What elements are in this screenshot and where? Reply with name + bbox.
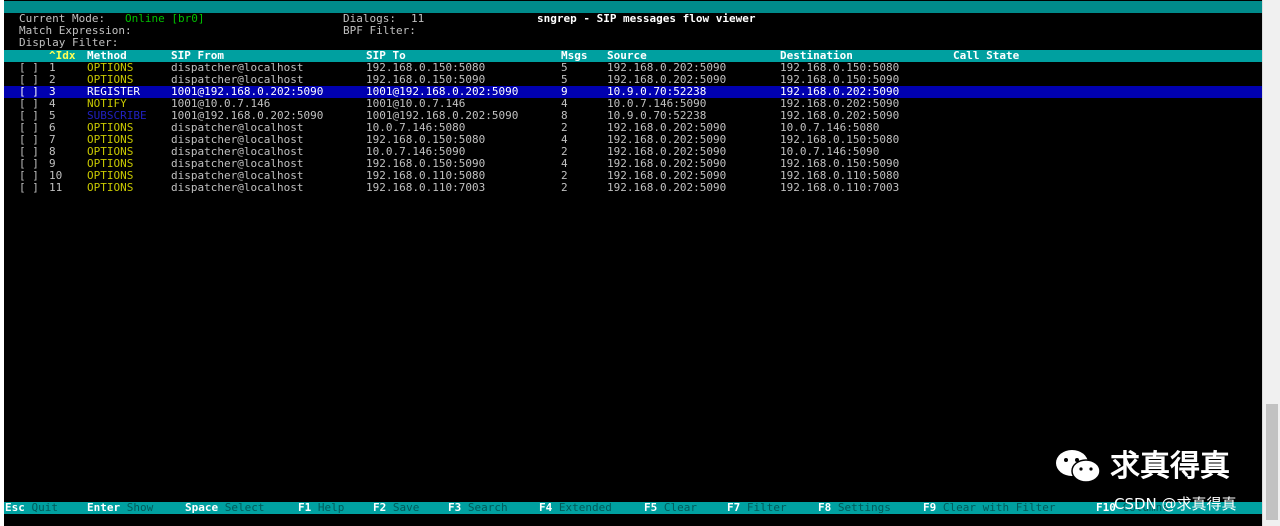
footer-key: F3 — [448, 501, 462, 514]
footer-action: Clear with Filter — [942, 501, 1056, 514]
footer-item-quit[interactable]: Esc Quit — [5, 501, 59, 514]
row-msgs: 2 — [561, 181, 568, 194]
row-method: OPTIONS — [87, 181, 134, 194]
footer-action: Show — [126, 501, 154, 514]
footer-action: Help — [317, 501, 345, 514]
column-call-state[interactable]: Call State — [953, 49, 1019, 62]
footer-item-save[interactable]: F2 Save — [373, 501, 420, 514]
footer-item-help[interactable]: F1 Help — [298, 501, 345, 514]
footer-item-filter[interactable]: F7 Filter — [727, 501, 787, 514]
footer-key: F2 — [373, 501, 387, 514]
footer-action: Search — [467, 501, 508, 514]
row-idx: 11 — [49, 181, 63, 194]
footer-action: Filter — [746, 501, 787, 514]
footer-item-extended[interactable]: F4 Extended — [539, 501, 612, 514]
row-destination: 192.168.0.110:7003 — [780, 181, 900, 194]
footer-key: F9 — [923, 501, 937, 514]
footer-action: Quit — [31, 501, 59, 514]
vertical-scrollbar[interactable] — [1262, 0, 1280, 526]
row-sip-from: dispatcher@localhost — [171, 181, 304, 194]
info-line-3: Display Filter: — [4, 36, 1262, 49]
footer-key: F4 — [539, 501, 553, 514]
row-checkbox[interactable]: [ ] — [19, 181, 39, 194]
footer-bar: Esc Quit Enter Show Space Select F1 Help… — [4, 501, 1262, 514]
current-mode-value: Online [br0] — [125, 12, 205, 25]
footer-item-clear-with-filter[interactable]: F9 Clear with Filter — [923, 501, 1056, 514]
footer-action: Extended — [558, 501, 612, 514]
footer-item-clear[interactable]: F5 Clear — [644, 501, 697, 514]
scrollbar-thumb[interactable] — [1266, 404, 1278, 520]
display-filter-label[interactable]: Display Filter: — [19, 36, 118, 49]
footer-key: Enter — [87, 501, 121, 514]
row-sip-to: 192.168.0.110:7003 — [366, 181, 486, 194]
footer-item-show[interactable]: Enter Show — [87, 501, 154, 514]
info-line-1: Current Mode: Online [br0] Dialogs: 11 — [4, 12, 1262, 25]
info-line-2: Match Expression: BPF Filter: — [4, 24, 1262, 37]
watermark-text: 求真得真 — [1110, 448, 1230, 484]
footer-key: Esc — [5, 501, 25, 514]
footer-item-search[interactable]: F3 Search — [448, 501, 508, 514]
footer-key: Space — [185, 501, 219, 514]
wechat-icon — [1056, 450, 1101, 483]
footer-action: Settings — [837, 501, 891, 514]
bpf-filter-label[interactable]: BPF Filter: — [343, 24, 416, 37]
footer-action: Select — [224, 501, 265, 514]
csdn-watermark: CSDN @求真得真 — [1114, 495, 1237, 513]
watermark: 求真得真 — [1054, 448, 1230, 486]
footer-key: F8 — [818, 501, 832, 514]
footer-key: F1 — [298, 501, 312, 514]
footer-key: F5 — [644, 501, 658, 514]
footer-key: F10 — [1096, 501, 1116, 514]
dialog-row[interactable]: [ ] 11 OPTIONS dispatcher@localhost 192.… — [4, 181, 1262, 194]
footer-key: F7 — [727, 501, 741, 514]
footer-action: Clear — [663, 501, 697, 514]
footer-action: Save — [392, 501, 420, 514]
footer-item-select[interactable]: Space Select — [185, 501, 265, 514]
terminal-window: sngrep - SIP messages flow viewer Curren… — [4, 0, 1262, 526]
footer-item-settings[interactable]: F8 Settings — [818, 501, 891, 514]
row-source: 192.168.0.202:5090 — [607, 181, 727, 194]
